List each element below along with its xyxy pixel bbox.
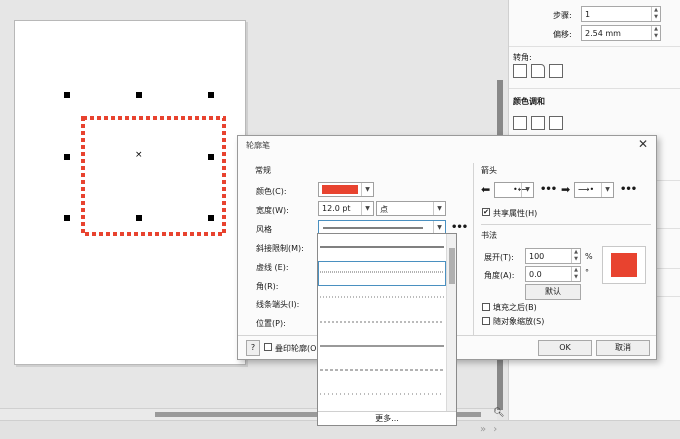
width-value: 12.0 pt [322, 204, 351, 213]
selection-handle-tr[interactable] [208, 92, 214, 98]
scale-with-object-label: 随对象缩放(S) [493, 317, 545, 326]
cancel-button[interactable]: 取消 [596, 340, 650, 356]
stretch-spinner-icon[interactable]: ▲ ▼ [571, 249, 580, 263]
arrow-left-icon: ⬅ [481, 183, 491, 196]
blend-clockwise-icon[interactable] [531, 116, 545, 130]
offset-value: 2.54 mm [585, 29, 621, 38]
style-more-button[interactable]: 更多... [318, 411, 456, 425]
stretch-input[interactable]: 100 ▲ ▼ [525, 248, 581, 264]
end-arrow-more-icon[interactable]: ••• [620, 184, 637, 195]
position-label: 位置(P): [256, 319, 286, 328]
selection-handle-br[interactable] [208, 215, 214, 221]
angle-input[interactable]: 0.0 ▲ ▼ [525, 266, 581, 282]
style-list-scrollbar[interactable] [446, 234, 456, 411]
document-page[interactable]: × [14, 20, 246, 365]
center-mark-icon: × [135, 150, 143, 160]
style-option-selected[interactable] [318, 261, 446, 286]
corner-round-icon[interactable] [531, 64, 545, 78]
angle-label: 角度(A): [484, 271, 515, 280]
unit-value: 点 [380, 205, 388, 214]
color-label: 颜色(C): [256, 187, 287, 196]
selection-handle-tc[interactable] [136, 92, 142, 98]
nib-shape-swatch [611, 253, 637, 277]
miter-limit-label: 斜接限制(M): [256, 244, 304, 253]
stretch-value: 100 [529, 252, 545, 261]
step-spinner-icon[interactable]: ▲ ▼ [651, 7, 660, 21]
corner-bevel-icon[interactable] [549, 64, 563, 78]
corner-heading: 转角: [513, 53, 532, 62]
outline-color-picker[interactable]: ▼ [318, 182, 374, 197]
angle-spinner-icon[interactable]: ▲ ▼ [571, 267, 580, 281]
offset-spinner-icon[interactable]: ▲ ▼ [651, 26, 660, 40]
help-button[interactable]: ? [246, 340, 260, 356]
step-value: 1 [585, 10, 591, 19]
share-attributes-checkbox[interactable]: ✔ [482, 208, 490, 216]
stretch-label: 展开(T): [484, 253, 514, 262]
chevron-down-icon[interactable]: ▼ [433, 202, 445, 215]
angle-value: 0.0 [529, 270, 542, 279]
offset-label: 偏移: [553, 30, 572, 39]
docker-divider [509, 88, 680, 89]
unit-dropdown[interactable]: 点 ▼ [376, 201, 446, 216]
style-list-scroll-thumb[interactable] [449, 248, 455, 284]
start-arrow-more-icon[interactable]: ••• [540, 184, 557, 195]
selection-handle-mr[interactable] [208, 154, 214, 160]
fill-behind-checkbox[interactable] [482, 303, 490, 311]
chevron-down-icon[interactable]: ▼ [361, 202, 373, 215]
section-divider [481, 224, 651, 225]
style-dropdown-list[interactable]: 更多... [317, 233, 457, 426]
dash-label: 虚线 (E): [256, 263, 289, 272]
style-preview [323, 227, 423, 229]
section-divider [473, 163, 474, 335]
default-button[interactable]: 默认 [525, 284, 581, 300]
selection-handle-bl[interactable] [64, 215, 70, 221]
chevron-down-icon[interactable]: ▼ [521, 183, 533, 197]
scale-with-object-checkbox[interactable] [482, 317, 490, 325]
selection-handle-ml[interactable] [64, 154, 70, 160]
offset-input[interactable]: 2.54 mm ▲ ▼ [581, 25, 661, 41]
chevron-down-icon[interactable]: ▼ [601, 183, 613, 197]
step-label: 步骤: [553, 11, 572, 20]
line-cap-label: 线条端头(I): [256, 300, 300, 309]
dashed-rectangle-shape[interactable] [80, 115, 227, 237]
style-more-options-icon[interactable]: ••• [451, 222, 468, 233]
general-heading: 常规 [255, 166, 271, 175]
outline-color-swatch [322, 185, 358, 194]
nib-shape-preview[interactable] [602, 246, 646, 284]
overprint-outline-label: 叠印轮廓(O) [275, 344, 320, 353]
overprint-outline-checkbox[interactable] [264, 343, 272, 351]
chevron-down-icon[interactable]: ▼ [361, 183, 373, 196]
angle-unit: ° [585, 268, 589, 277]
color-blend-heading: 颜色调和 [513, 97, 545, 106]
blend-direct-icon[interactable] [513, 116, 527, 130]
end-arrow-selector[interactable]: ⟶• ▼ [574, 182, 614, 198]
style-label: 风格 [256, 225, 272, 234]
close-icon[interactable]: ✕ [638, 137, 648, 151]
end-arrow-preview-icon: ⟶• [578, 185, 595, 194]
width-label: 宽度(W): [256, 206, 289, 215]
arrow-right-icon: ➡ [561, 183, 571, 196]
arrows-heading: 箭头 [481, 166, 497, 175]
zoom-icon[interactable]: 🔍︎ [493, 408, 505, 420]
docker-divider [509, 46, 680, 47]
start-arrow-selector[interactable]: •⟵ ▼ [494, 182, 534, 198]
selection-handle-tl[interactable] [64, 92, 70, 98]
corner-square-icon[interactable] [513, 64, 527, 78]
dialog-title: 轮廓笔 [246, 141, 270, 150]
selection-handle-bc[interactable] [136, 215, 142, 221]
share-attributes-label: 共享属性(H) [493, 209, 538, 218]
corner-label: 角(R): [256, 282, 279, 291]
step-input[interactable]: 1 ▲ ▼ [581, 6, 661, 22]
blend-counterclockwise-icon[interactable] [549, 116, 563, 130]
ok-button[interactable]: OK [538, 340, 592, 356]
fill-behind-label: 填充之后(B) [493, 303, 537, 312]
stretch-unit: % [585, 252, 593, 261]
chevron-right-icon: » › [480, 424, 500, 435]
width-combobox[interactable]: 12.0 pt ▼ [318, 201, 374, 216]
calligraphy-heading: 书法 [481, 231, 497, 240]
